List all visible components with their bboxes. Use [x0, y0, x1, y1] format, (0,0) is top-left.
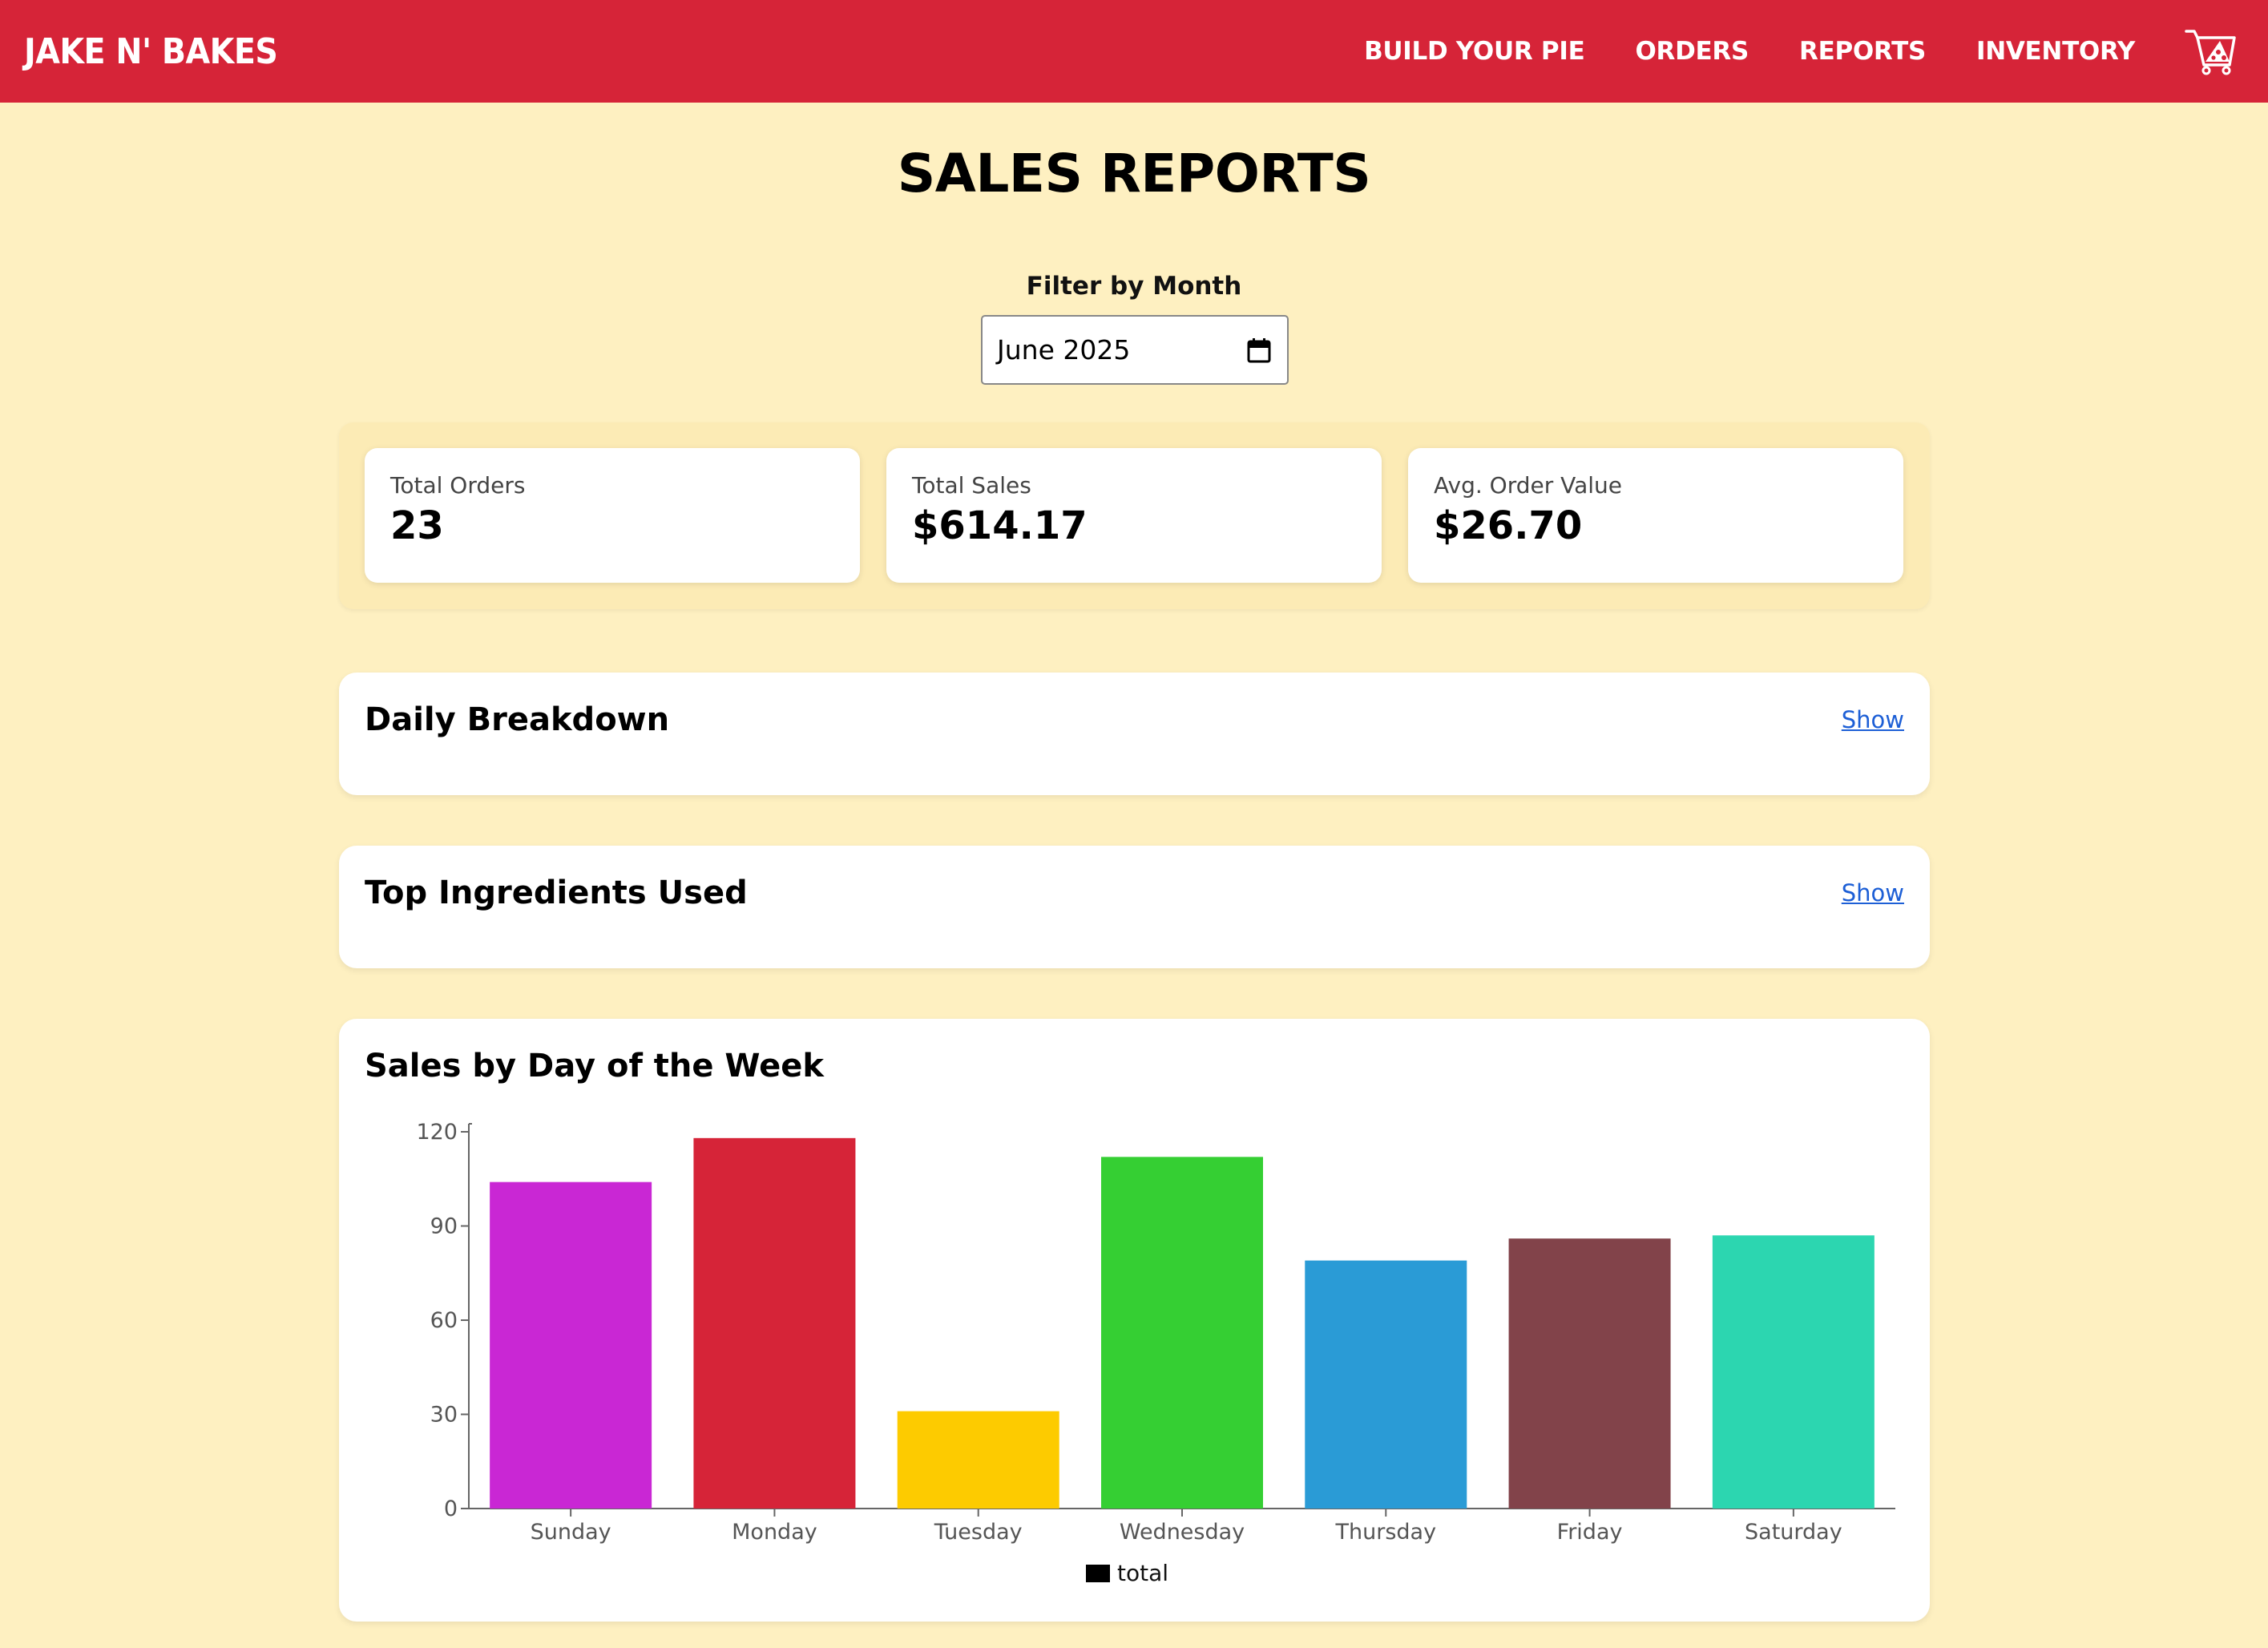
nav-orders[interactable]: ORDERS: [1635, 37, 1749, 66]
page-title: SALES REPORTS: [897, 143, 1371, 204]
daily-breakdown-show-link[interactable]: Show: [1842, 706, 1904, 733]
nav-build-your-pie[interactable]: BUILD YOUR PIE: [1364, 37, 1585, 66]
navbar: JAKE N' BAKES BUILD YOUR PIE ORDERS REPO…: [0, 0, 2268, 103]
stat-card-avg-order-value: Avg. Order Value $26.70: [1408, 448, 1903, 583]
stat-value: $614.17: [912, 503, 1088, 548]
legend-swatch: [1086, 1565, 1110, 1582]
brand-logo[interactable]: JAKE N' BAKES: [24, 31, 278, 72]
bar-tuesday: [897, 1411, 1059, 1509]
nav-links: BUILD YOUR PIE ORDERS REPORTS INVENTORY: [1364, 26, 2238, 76]
stat-label: Avg. Order Value: [1434, 472, 1623, 499]
bar-thursday: [1305, 1260, 1467, 1509]
stat-value: $26.70: [1434, 503, 1583, 548]
x-tick-label: Monday: [732, 1520, 817, 1545]
bar-wednesday: [1101, 1157, 1263, 1509]
stat-value: 23: [390, 503, 444, 548]
x-tick-label: Wednesday: [1120, 1520, 1245, 1545]
y-tick-label: 120: [416, 1120, 458, 1145]
y-tick-label: 90: [430, 1214, 458, 1239]
stat-label: Total Orders: [390, 472, 526, 499]
bar-friday: [1508, 1238, 1671, 1509]
filter-month-label: Filter by Month: [1026, 272, 1242, 301]
sales-by-day-section: Sales by Day of the Week 0 30 60 90 120 Sunda…: [339, 1019, 1930, 1622]
pizza-cart-icon[interactable]: [2185, 26, 2238, 76]
nav-inventory[interactable]: INVENTORY: [1976, 37, 2135, 66]
section-title: Daily Breakdown: [365, 701, 670, 738]
y-tick-label: 60: [430, 1308, 458, 1333]
stats-panel: Total Orders 23 Total Sales $614.17 Avg.…: [339, 422, 1930, 609]
sales-by-day-chart: 0 30 60 90 120 Sunday Monday Tuesday Wednesday Th…: [416, 1120, 1895, 1586]
stat-card-total-orders: Total Orders 23: [365, 448, 860, 583]
top-ingredients-show-link[interactable]: Show: [1842, 879, 1904, 907]
month-value: June 2025: [997, 334, 1131, 366]
month-filter-input[interactable]: June 2025: [981, 315, 1289, 385]
stat-label: Total Sales: [912, 472, 1031, 499]
stat-card-total-sales: Total Sales $614.17: [886, 448, 1382, 583]
nav-reports[interactable]: REPORTS: [1799, 37, 1926, 66]
section-title: Top Ingredients Used: [365, 874, 748, 911]
x-tick-label: Friday: [1557, 1520, 1623, 1545]
y-tick-label: 30: [430, 1403, 458, 1428]
x-tick-label: Saturday: [1745, 1520, 1842, 1545]
top-ingredients-section: Top Ingredients Used Show: [339, 846, 1930, 968]
x-tick-label: Tuesday: [934, 1520, 1023, 1545]
x-tick-label: Thursday: [1335, 1520, 1437, 1545]
calendar-icon[interactable]: [1247, 337, 1271, 363]
bar-monday: [693, 1137, 856, 1509]
x-tick-label: Sunday: [531, 1520, 611, 1545]
bar-saturday: [1712, 1235, 1875, 1509]
legend-label: total: [1117, 1560, 1168, 1586]
y-tick-label: 0: [444, 1497, 458, 1521]
bar-sunday: [490, 1181, 652, 1509]
daily-breakdown-section: Daily Breakdown Show: [339, 673, 1930, 795]
